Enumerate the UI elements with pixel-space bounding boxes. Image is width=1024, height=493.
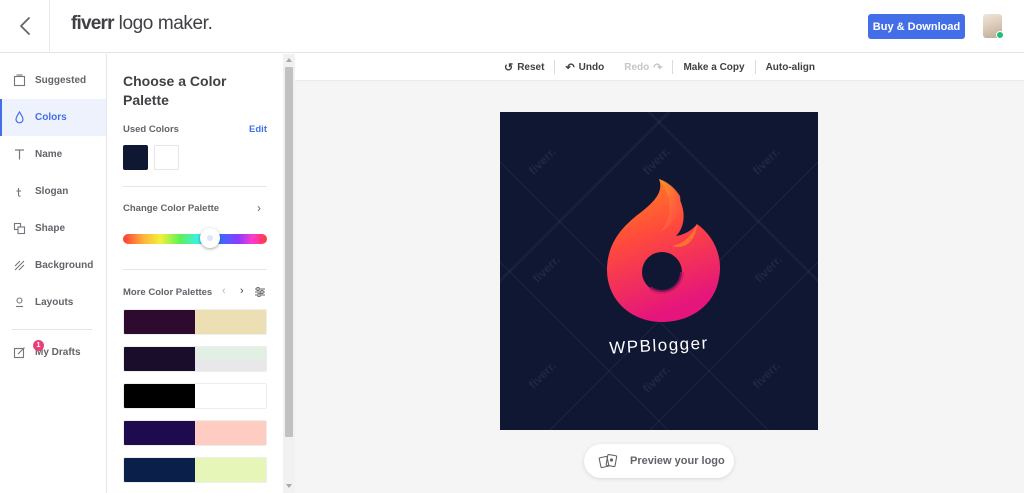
logo-canvas[interactable]: fiverr. fiverr. fiverr. fiverr. fiverr. …	[500, 112, 818, 430]
drafts-count-badge: 1	[33, 339, 44, 351]
sidebar-item-label: Name	[35, 149, 63, 160]
palette-option[interactable]	[123, 346, 267, 372]
panel-title: Choose a Color Palette	[123, 73, 227, 108]
palette-option[interactable]	[123, 383, 267, 409]
change-palette-label[interactable]: Change Color Palette	[123, 203, 219, 214]
reset-button[interactable]: ↺ Reset	[494, 61, 554, 74]
sidebar-item-label: Shape	[35, 223, 66, 234]
preview-logo-button[interactable]: Preview your logo	[584, 444, 734, 478]
panel-divider	[123, 186, 267, 187]
preview-button-label: Preview your logo	[630, 455, 725, 467]
color-palette-panel: Choose a Color Palette Used Colors Edit …	[107, 54, 283, 493]
chevron-right-icon[interactable]: ›	[240, 285, 244, 297]
sidebar-item-suggested[interactable]: Suggested	[0, 62, 106, 99]
brand-logo[interactable]: fiverr logo maker.	[71, 13, 213, 35]
undo-label: Undo	[578, 61, 605, 73]
auto-align-button[interactable]: Auto-align	[756, 62, 825, 73]
reset-label: Reset	[517, 61, 545, 73]
sidebar-item-label: Slogan	[35, 186, 69, 197]
buy-download-button[interactable]: Buy & Download	[868, 14, 965, 39]
background-icon	[12, 259, 26, 273]
sidebar-item-my-drafts[interactable]: 1 My Drafts	[0, 334, 106, 371]
shape-icon	[12, 222, 26, 236]
palette-option[interactable]	[123, 457, 267, 483]
reset-icon: ↺	[503, 61, 514, 74]
preview-mockup-icon	[598, 453, 618, 469]
hue-slider-track[interactable]	[123, 234, 267, 244]
undo-button[interactable]: ↶ Undo	[555, 61, 614, 74]
sidebar-nav: Suggested Colors Name Slogan Shape Backg…	[0, 54, 107, 493]
sidebar-item-label: Layouts	[35, 297, 74, 308]
palette-option[interactable]	[123, 420, 267, 446]
text-icon	[12, 148, 26, 162]
make-copy-button[interactable]: Make a Copy	[673, 62, 754, 73]
filter-sliders-icon[interactable]	[254, 286, 266, 298]
header-divider	[49, 0, 50, 53]
more-palettes-label: More Color Palettes	[123, 287, 213, 298]
sidebar-item-shape[interactable]: Shape	[0, 210, 106, 247]
sidebar-item-label: Suggested	[35, 75, 87, 86]
edit-colors-link[interactable]: Edit	[249, 124, 267, 135]
chevron-right-icon[interactable]: ›	[257, 201, 261, 215]
redo-label: Redo	[624, 61, 650, 73]
slogan-icon	[12, 185, 26, 199]
redo-button[interactable]: Redo ↷	[614, 61, 672, 74]
suggested-icon	[12, 74, 26, 88]
brand-logo-maker: logo maker.	[118, 13, 213, 34]
scrollbar-thumb[interactable]	[285, 67, 293, 437]
sidebar-item-label: Colors	[35, 112, 67, 123]
drop-icon	[12, 111, 26, 125]
used-color-swatch-dark[interactable]	[123, 145, 148, 170]
brand-fiverr: fiverr	[71, 13, 115, 34]
palette-option[interactable]	[123, 309, 267, 335]
sidebar-divider	[12, 329, 92, 330]
flame-logo-icon[interactable]	[500, 112, 818, 430]
scroll-down-arrow-icon[interactable]	[286, 484, 292, 488]
sidebar-item-layouts[interactable]: Layouts	[0, 284, 106, 321]
undo-icon: ↶	[565, 61, 575, 74]
sidebar-item-background[interactable]: Background	[0, 247, 106, 284]
drafts-icon: 1	[12, 339, 44, 360]
used-colors-label: Used Colors	[123, 124, 179, 135]
sidebar-item-slogan[interactable]: Slogan	[0, 173, 106, 210]
sidebar-item-label: Background	[35, 260, 94, 271]
sidebar-item-colors[interactable]: Colors	[0, 99, 106, 136]
avatar[interactable]	[983, 14, 1004, 39]
top-header: fiverr logo maker. Buy & Download	[0, 0, 1024, 53]
layouts-icon	[12, 296, 26, 310]
panel-scrollbar[interactable]	[283, 54, 295, 493]
editor-workspace: ↺ Reset ↶ Undo Redo ↷ Make a Copy Auto-a…	[295, 54, 1024, 493]
chevron-left-icon[interactable]: ‹	[222, 285, 226, 297]
hue-slider-handle[interactable]	[200, 228, 220, 248]
redo-icon: ↷	[653, 61, 663, 74]
back-arrow-icon[interactable]	[14, 14, 38, 38]
editor-toolbar: ↺ Reset ↶ Undo Redo ↷ Make a Copy Auto-a…	[295, 54, 1024, 81]
sidebar-item-name[interactable]: Name	[0, 136, 106, 173]
scroll-up-arrow-icon[interactable]	[286, 58, 292, 62]
used-color-swatch-white[interactable]	[154, 145, 179, 170]
panel-divider	[123, 269, 267, 270]
